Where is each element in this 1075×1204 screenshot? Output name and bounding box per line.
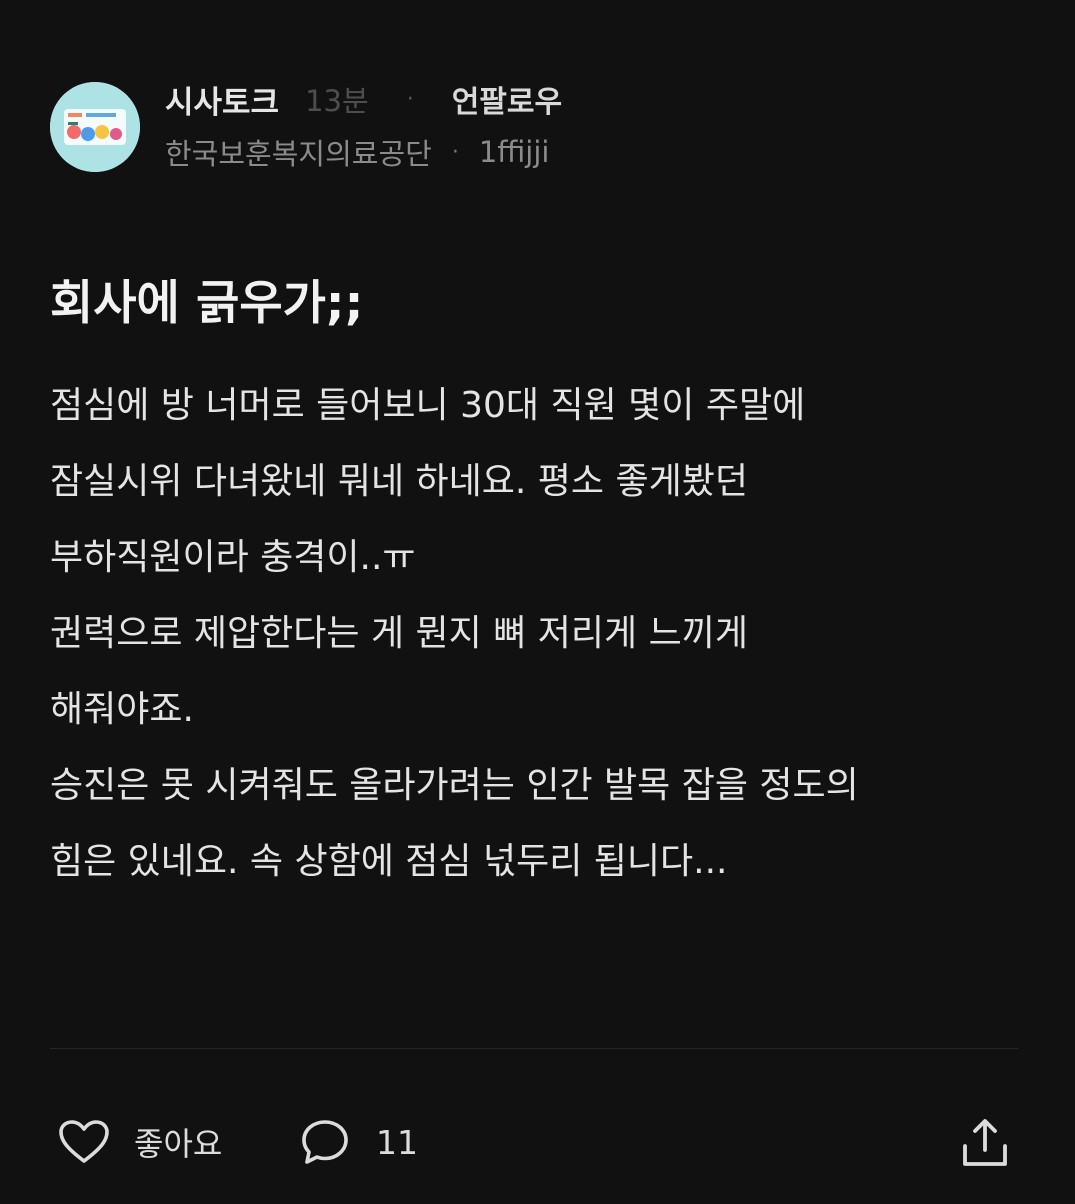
body-line: 승진은 못 시켜줘도 올라가려는 인간 발목 잡을 정도의 — [50, 765, 859, 806]
like-button[interactable]: 좋아요 — [58, 1110, 222, 1174]
meta-line-primary: 시사토크 13분 · 언팔로우 — [165, 77, 562, 121]
body-line: 권력으로 제압한다는 게 뭔지 뼈 저리게 느끼게 — [50, 613, 748, 654]
separator-dot: · — [451, 139, 459, 165]
comment-count: 11 — [376, 1122, 418, 1162]
comment-button[interactable]: 11 — [300, 1110, 418, 1174]
body-line: 힘은 있네요. 속 상함에 점심 넋두리 됩니다... — [50, 841, 728, 882]
separator-dot: · — [406, 86, 414, 112]
heart-icon — [59, 1120, 109, 1163]
channel-avatar[interactable] — [50, 82, 140, 172]
avatar-image — [50, 82, 140, 172]
like-label: 좋아요 — [134, 1125, 223, 1163]
body-line: 잠실시위 다녀왔네 뭐네 하네요. 평소 좋게봤던 — [50, 461, 748, 502]
divider — [50, 1048, 1018, 1049]
share-button[interactable] — [958, 1116, 1012, 1170]
author-company[interactable]: 한국보훈복지의료공단 — [165, 131, 432, 173]
body-line: 해줘야죠. — [50, 689, 194, 730]
unfollow-button[interactable]: 언팔로우 — [452, 77, 562, 121]
body-line: 부하직원이라 충격이..ㅠ — [50, 537, 416, 578]
post-actions-bar: 좋아요 11 — [0, 1110, 1075, 1174]
post-body: 점심에 방 너머로 들어보니 30대 직원 몇이 주말에 잠실시위 다녀왔네 뭐… — [50, 380, 1020, 912]
post-time: 13분 — [305, 84, 369, 118]
body-line: 점심에 방 너머로 들어보니 30대 직원 몇이 주말에 — [50, 385, 806, 426]
meta-line-secondary: 한국보훈복지의료공단 · 1ffijji — [165, 132, 549, 172]
post-header: 시사토크 13분 · 언팔로우 한국보훈복지의료공단 · 1ffijji — [50, 80, 1030, 176]
speech-bubble-icon — [302, 1120, 348, 1164]
author-id: 1ffijji — [478, 135, 550, 169]
share-upload-icon — [963, 1119, 1007, 1166]
channel-name[interactable]: 시사토크 — [165, 77, 279, 122]
post-title: 회사에 긁우가;; — [50, 276, 364, 331]
